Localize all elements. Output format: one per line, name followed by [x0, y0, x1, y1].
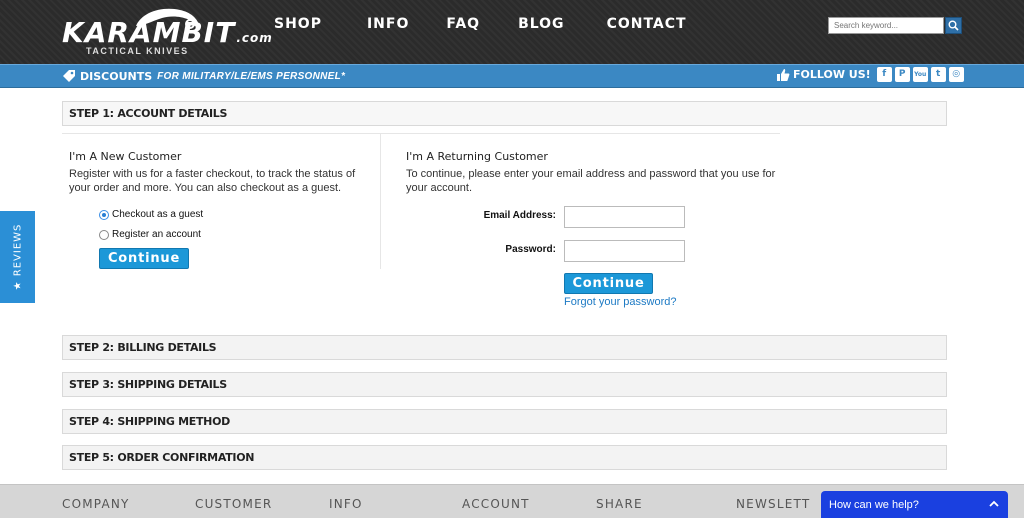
chat-widget[interactable]: How can we help?	[821, 491, 1008, 518]
step-account-details[interactable]: STEP 1: ACCOUNT DETAILS	[62, 101, 947, 126]
register-radio-label: Register an account	[112, 229, 201, 240]
follow-us: FOLLOW US! f P You t ◎	[776, 67, 967, 82]
new-customer-text: Register with us for a faster checkout, …	[69, 168, 356, 194]
reviews-tab[interactable]: ★ REVIEWS	[0, 211, 35, 303]
forgot-password-link[interactable]: Forgot your password?	[564, 296, 677, 308]
discount-subtitle: FOR MILITARY/LE/EMS PERSONNEL*	[157, 70, 346, 82]
guest-radio-label: Checkout as a guest	[112, 209, 204, 220]
password-label: Password:	[505, 244, 556, 255]
youtube-icon[interactable]: You	[912, 67, 928, 82]
instagram-icon[interactable]: ◎	[948, 67, 964, 82]
site-header: KARAMBIT.com TACTICAL KNIVES SHOP INFO F…	[0, 0, 1024, 64]
nav-info[interactable]: INFO	[367, 16, 409, 32]
search-box	[828, 17, 962, 35]
search-button[interactable]	[945, 17, 962, 34]
facebook-icon[interactable]: f	[876, 67, 892, 82]
chevron-up-icon	[989, 500, 999, 507]
checkout-guest-option[interactable]: Checkout as a guest	[99, 209, 203, 220]
guest-radio[interactable]	[99, 209, 109, 220]
new-customer-continue-button[interactable]: Continue	[99, 248, 189, 269]
nav-contact[interactable]: CONTACT	[607, 16, 687, 32]
step-shipping-method[interactable]: STEP 4: SHIPPING METHOD	[62, 409, 947, 434]
logo-wordmark: KARAMBIT.com	[62, 16, 273, 49]
discount-title: DISCOUNTS	[80, 69, 153, 83]
email-field[interactable]	[564, 206, 685, 228]
main-nav: SHOP INFO FAQ BLOG CONTACT	[274, 16, 687, 32]
search-icon	[948, 20, 959, 31]
search-input[interactable]	[828, 17, 944, 34]
chat-label: How can we help?	[829, 499, 919, 511]
nav-faq[interactable]: FAQ	[446, 16, 480, 32]
logo-tagline: TACTICAL KNIVES	[86, 46, 189, 56]
column-divider	[380, 134, 381, 269]
returning-customer-title: I'm A Returning Customer	[406, 150, 548, 163]
register-radio[interactable]	[99, 229, 109, 240]
follow-label: FOLLOW US!	[793, 68, 871, 81]
thumbs-up-icon	[777, 68, 790, 81]
footer-account-heading: ACCOUNT	[462, 497, 530, 511]
footer-share-heading: SHARE	[596, 497, 643, 511]
tag-icon	[63, 70, 75, 82]
login-continue-button[interactable]: Continue	[564, 273, 653, 294]
tumblr-icon[interactable]: t	[930, 67, 946, 82]
returning-customer-text: To continue, please enter your email add…	[406, 168, 776, 194]
reviews-tab-label: ★ REVIEWS	[12, 223, 23, 291]
footer-info-heading: INFO	[329, 497, 363, 511]
new-customer-title: I'm A New Customer	[69, 150, 182, 163]
discount-link[interactable]: DISCOUNTS FOR MILITARY/LE/EMS PERSONNEL*	[62, 69, 345, 83]
footer-customer-heading: CUSTOMER	[195, 497, 273, 511]
divider	[62, 133, 780, 134]
footer-company-heading: COMPANY	[62, 497, 130, 511]
register-account-option[interactable]: Register an account	[99, 229, 201, 240]
promo-bar: DISCOUNTS FOR MILITARY/LE/EMS PERSONNEL*…	[0, 64, 1024, 88]
email-label: Email Address:	[483, 210, 556, 221]
step-shipping-details[interactable]: STEP 3: SHIPPING DETAILS	[62, 372, 947, 397]
footer-newsletter-heading: NEWSLETT	[736, 497, 811, 511]
password-field[interactable]	[564, 240, 685, 262]
site-logo[interactable]: KARAMBIT.com TACTICAL KNIVES	[62, 6, 272, 58]
pinterest-icon[interactable]: P	[894, 67, 910, 82]
step-billing-details[interactable]: STEP 2: BILLING DETAILS	[62, 335, 947, 360]
nav-shop[interactable]: SHOP	[274, 16, 322, 32]
nav-blog[interactable]: BLOG	[518, 16, 565, 32]
step-order-confirmation[interactable]: STEP 5: ORDER CONFIRMATION	[62, 445, 947, 470]
